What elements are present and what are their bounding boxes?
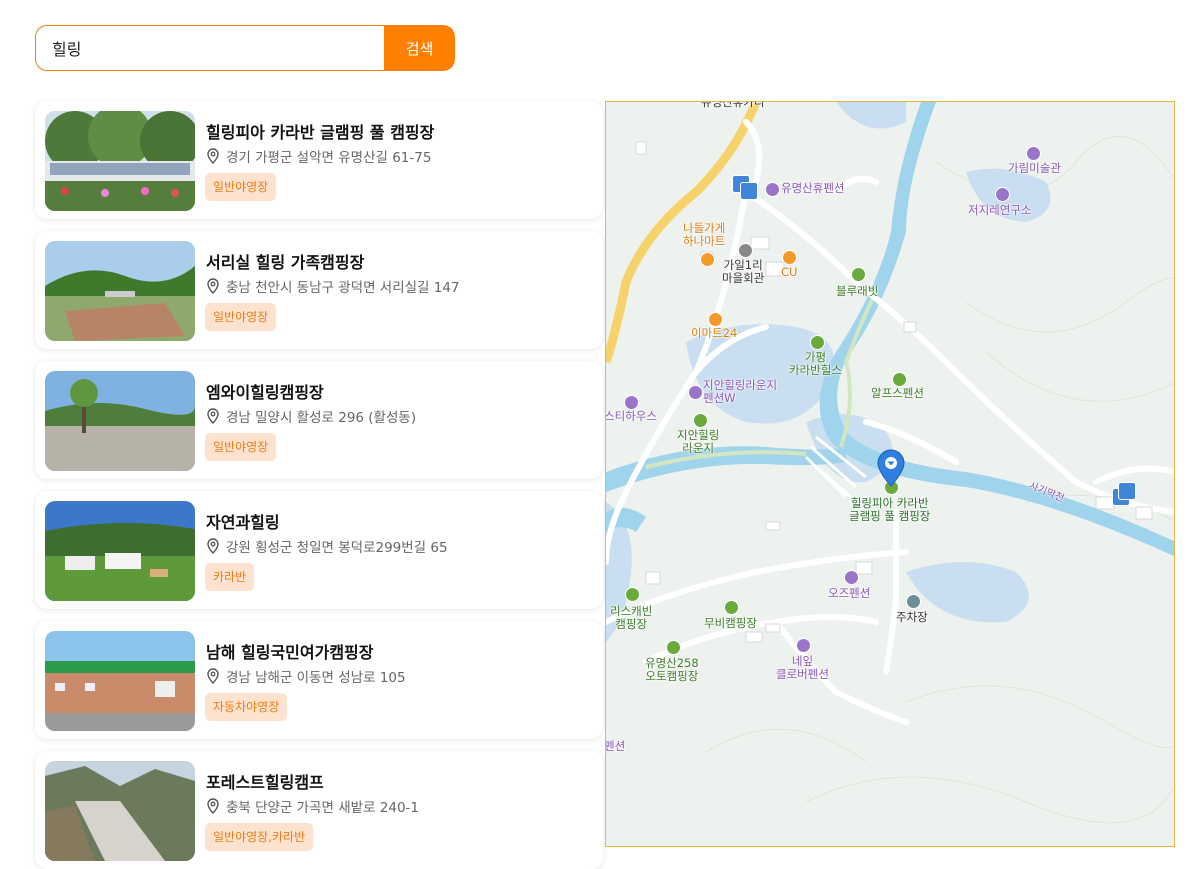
- location-pin-icon: [207, 148, 219, 164]
- map-label: 펜션: [605, 739, 626, 753]
- mart-marker-icon[interactable]: [700, 252, 715, 267]
- map-label: 유명산258 오토캠핑장: [645, 656, 699, 683]
- result-address: 충북 단양군 가곡면 새밭로 240-1: [206, 796, 419, 816]
- research-marker-icon[interactable]: [995, 187, 1010, 202]
- result-card[interactable]: 자연과힐링 강원 횡성군 청일면 봉덕로299번길 65 카라반: [35, 491, 603, 609]
- pension-marker-icon[interactable]: [796, 638, 811, 653]
- thumbnail: [45, 501, 195, 601]
- map-label: 힐링피아 카라반 글램핑 풀 캠핑장: [849, 496, 931, 523]
- map-label: 스티하우스: [605, 409, 657, 423]
- location-pin-icon: [207, 798, 219, 814]
- address-text: 충남 천안시 동남구 광덕면 서리실길 147: [226, 280, 460, 296]
- pension-marker-icon[interactable]: [844, 570, 859, 585]
- result-card[interactable]: 힐링피아 카라반 글램핑 풀 캠핑장 경기 가평군 설악면 유명산길 61-75…: [35, 101, 603, 219]
- location-pin-icon: [207, 408, 219, 424]
- map-label: 지안힐링 라운지: [677, 428, 720, 455]
- search-bar: 검색: [35, 25, 455, 71]
- camping-marker-icon[interactable]: [892, 372, 907, 387]
- map-label: 유명산휴펜션: [781, 181, 845, 195]
- result-title: 자연과힐링: [206, 513, 280, 532]
- result-title: 포레스트힐링캠프: [206, 773, 324, 792]
- map-label: 나들가게 하나마트: [683, 221, 726, 248]
- emart-marker-icon[interactable]: [708, 312, 723, 327]
- map-label: 리스캐빈 캠핑장: [610, 604, 653, 631]
- camping-marker-icon[interactable]: [625, 587, 640, 602]
- result-title: 남해 힐링국민여가캠핑장: [206, 643, 374, 662]
- category-tag: 카라반: [205, 563, 255, 591]
- bus-stop-icon[interactable]: [1118, 482, 1136, 500]
- address-text: 경남 밀양시 활성로 296 (활성동): [226, 410, 417, 426]
- map-label: 알프스펜션: [871, 386, 924, 400]
- map-label: 오즈펜션: [828, 586, 871, 600]
- camping-marker-icon[interactable]: [810, 335, 825, 350]
- pension-marker-icon[interactable]: [688, 385, 703, 400]
- selected-location-pin-icon[interactable]: [877, 449, 905, 487]
- result-address: 강원 횡성군 청일면 봉덕로299번길 65: [206, 536, 448, 556]
- result-address: 경기 가평군 설악면 유명산길 61-75: [206, 146, 431, 166]
- pension-marker-icon[interactable]: [624, 395, 639, 410]
- map-label: 주차장: [896, 610, 928, 624]
- parking-icon[interactable]: [906, 594, 921, 609]
- location-pin-icon: [207, 278, 219, 294]
- result-card[interactable]: 엠와이힐링캠핑장 경남 밀양시 활성로 296 (활성동) 일반야영장: [35, 361, 603, 479]
- result-card[interactable]: 포레스트힐링캠프 충북 단양군 가곡면 새밭로 240-1 일반야영장,카라반: [35, 751, 603, 869]
- map-view[interactable]: 유명산휴카리 가림미술관 유명산휴펜션 저지레연구소 나들가게 하나마트 가일1…: [605, 101, 1175, 847]
- category-tag: 일반야영장: [205, 303, 277, 331]
- thumbnail: [45, 371, 195, 471]
- result-title: 엠와이힐링캠핑장: [206, 383, 324, 402]
- location-pin-icon: [207, 668, 219, 684]
- camping-marker-icon[interactable]: [724, 600, 739, 615]
- result-address: 충남 천안시 동남구 광덕면 서리실길 147: [206, 276, 460, 296]
- address-text: 강원 횡성군 청일면 봉덕로299번길 65: [226, 540, 448, 556]
- thumbnail: [45, 241, 195, 341]
- result-address: 경남 밀양시 활성로 296 (활성동): [206, 406, 416, 426]
- hall-marker-icon[interactable]: [738, 243, 753, 258]
- result-card[interactable]: 남해 힐링국민여가캠핑장 경남 남해군 이동면 성남로 105 자동차야영장: [35, 621, 603, 739]
- camping-marker-icon[interactable]: [666, 640, 681, 655]
- map-label: CU: [781, 265, 798, 279]
- map-label: 이마트24: [691, 326, 738, 340]
- map-label: 블루래빗: [836, 284, 879, 298]
- category-tag: 자동차야영장: [205, 693, 288, 721]
- address-text: 경남 남해군 이동면 성남로 105: [226, 670, 406, 686]
- search-input[interactable]: [35, 25, 401, 71]
- result-title: 서리실 힐링 가족캠핑장: [206, 253, 365, 272]
- address-text: 충북 단양군 가곡면 새밭로 240-1: [226, 800, 420, 816]
- map-label: 지안힐링라운지 펜션W: [703, 378, 778, 405]
- address-text: 경기 가평군 설악면 유명산길 61-75: [226, 150, 432, 166]
- thumbnail: [45, 631, 195, 731]
- gallery-marker-icon[interactable]: [1026, 146, 1041, 161]
- map-label: 가일1리 마을회관: [722, 258, 765, 285]
- map-label: 유명산휴카리: [701, 101, 765, 109]
- result-address: 경남 남해군 이동면 성남로 105: [206, 666, 406, 686]
- thumbnail: [45, 761, 195, 861]
- thumbnail: [45, 111, 195, 211]
- pension-marker-icon[interactable]: [765, 182, 780, 197]
- map-label: 네잎 클로버펜션: [776, 654, 829, 681]
- category-tag: 일반야영장: [205, 433, 277, 461]
- map-label: 저지레연구소: [968, 203, 1032, 217]
- location-pin-icon: [207, 538, 219, 554]
- search-button[interactable]: 검색: [384, 25, 455, 71]
- category-tag: 일반야영장: [205, 173, 277, 201]
- camping-marker-icon[interactable]: [693, 413, 708, 428]
- result-card[interactable]: 서리실 힐링 가족캠핑장 충남 천안시 동남구 광덕면 서리실길 147 일반야…: [35, 231, 603, 349]
- map-label: 무비캠핑장: [704, 616, 757, 630]
- map-label: 가평 카라반힐스: [789, 350, 842, 377]
- map-label: 가림미술관: [1008, 161, 1061, 175]
- bus-stop-icon[interactable]: [740, 182, 758, 200]
- cu-marker-icon[interactable]: [782, 250, 797, 265]
- camping-marker-icon[interactable]: [851, 267, 866, 282]
- result-title: 힐링피아 카라반 글램핑 풀 캠핑장: [206, 123, 435, 142]
